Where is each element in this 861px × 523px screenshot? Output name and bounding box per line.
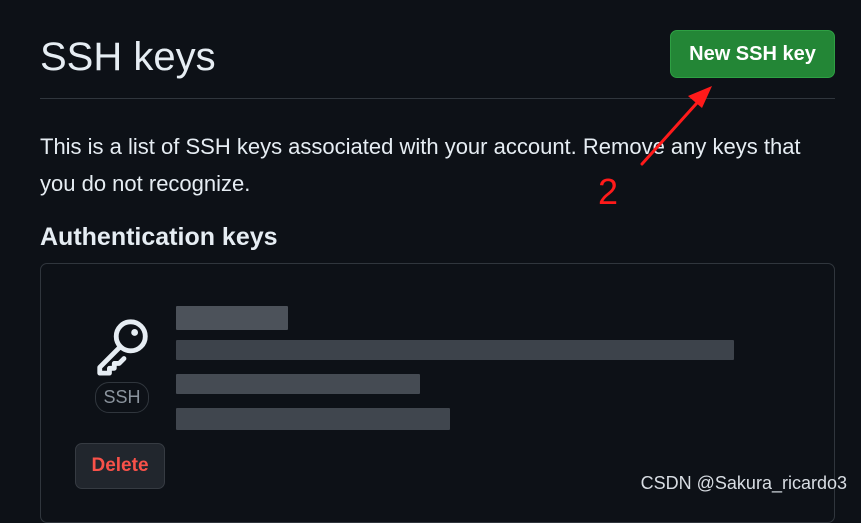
key-icon: [97, 319, 148, 376]
watermark: CSDN @Sakura_ricardo3: [640, 473, 847, 493]
redacted-key-last-used: [176, 408, 450, 430]
section-heading: Authentication keys: [40, 223, 278, 251]
annotation-number: 2: [598, 171, 619, 212]
delete-key-button[interactable]: Delete: [75, 443, 165, 489]
redacted-key-title: [176, 306, 288, 330]
header-divider: [40, 98, 835, 99]
redacted-key-fingerprint: [176, 340, 734, 360]
redacted-key-added-date: [176, 374, 420, 394]
intro-text: This is a list of SSH keys associated wi…: [40, 134, 801, 196]
new-ssh-key-button[interactable]: New SSH key: [670, 30, 835, 78]
page-title: SSH keys: [40, 35, 216, 79]
ssh-badge: SSH: [95, 382, 149, 413]
